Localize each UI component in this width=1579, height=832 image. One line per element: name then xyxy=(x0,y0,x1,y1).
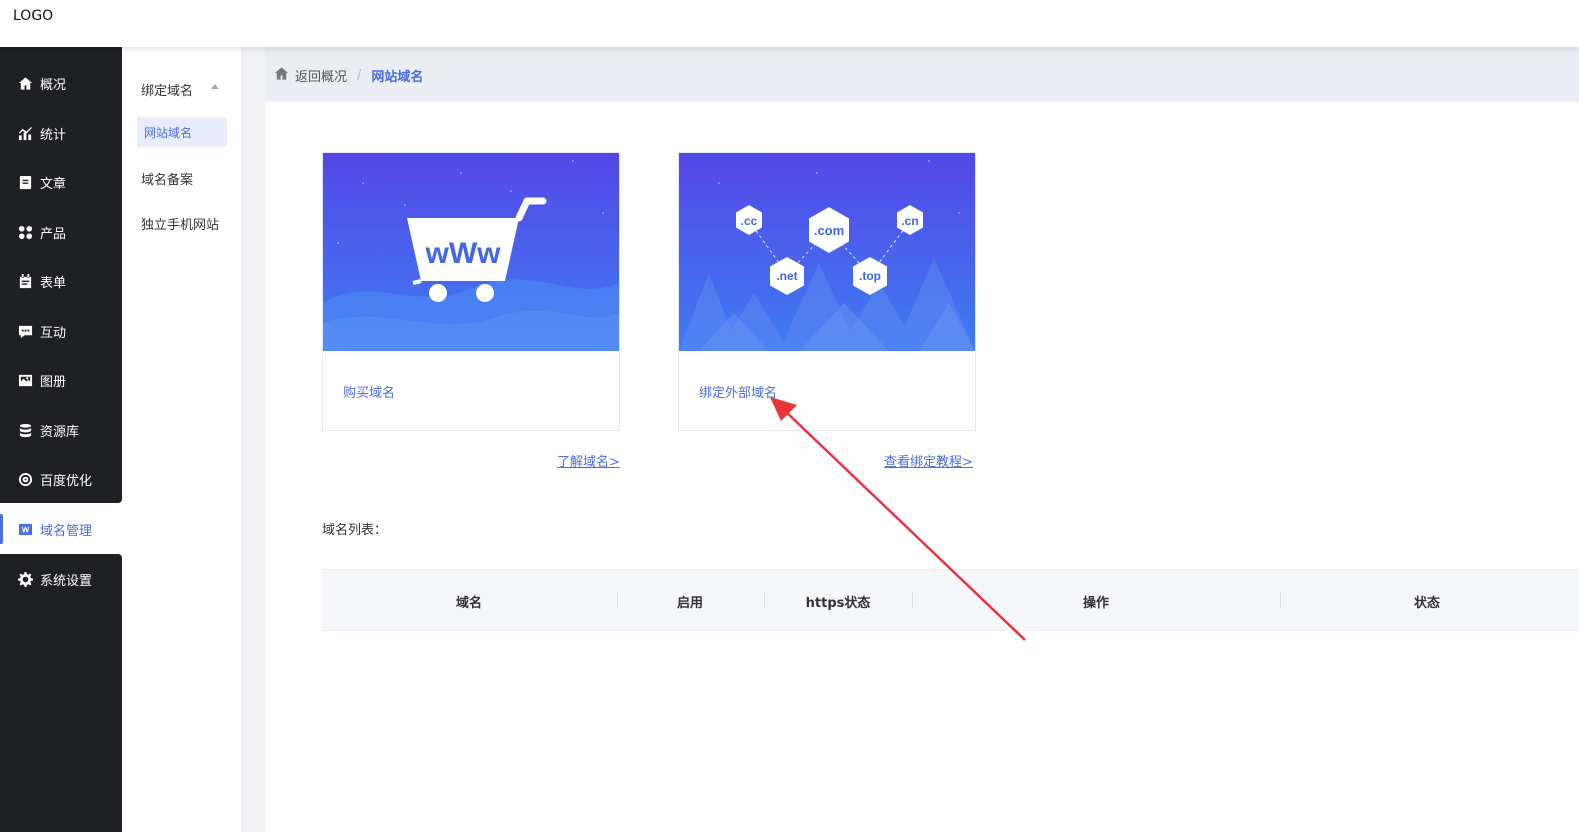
album-icon xyxy=(17,372,33,388)
domain-table-header: 域名 启用 https状态 操作 状态 xyxy=(322,569,1579,631)
bind-external-domain-card[interactable]: .cc .com .cn .net .top 绑定外部域名 xyxy=(678,152,976,431)
domain-list-title: 域名列表： xyxy=(322,523,388,538)
form-icon xyxy=(17,273,33,289)
caret-up-icon[interactable] xyxy=(211,84,219,89)
subnav-item-website-domain[interactable]: 网站域名 xyxy=(137,117,227,147)
buy-domain-banner: wWw xyxy=(323,153,619,351)
sidebar-item-label: 产品 xyxy=(40,226,67,242)
sidebar-item-products[interactable]: 产品 xyxy=(0,207,122,257)
home-icon[interactable] xyxy=(274,66,295,85)
cart-www-text: wWw xyxy=(425,237,502,270)
column-header-https-status: https状态 xyxy=(805,596,871,611)
learn-domain-link[interactable]: 了解域名> xyxy=(557,451,620,470)
buy-domain-card[interactable]: wWw 购买域名 xyxy=(322,152,620,431)
domain-icon xyxy=(17,521,33,537)
column-divider xyxy=(1280,592,1281,608)
bind-external-domain-label[interactable]: 绑定外部域名 xyxy=(699,382,777,401)
chat-icon xyxy=(17,323,33,339)
sidebar: 概况 统计 文章 产品 表单 互动 图册 资源库 百度优化 域名管理 系统设置 xyxy=(0,47,122,832)
sidebar-item-albums[interactable]: 图册 xyxy=(0,355,122,405)
domain-tag-top: .top xyxy=(859,269,881,283)
sidebar-item-label: 百度优化 xyxy=(40,473,93,489)
sidebar-item-statistics[interactable]: 统计 xyxy=(0,108,122,158)
sidebar-item-label: 域名管理 xyxy=(40,523,93,539)
sidebar-item-system-settings[interactable]: 系统设置 xyxy=(0,554,122,604)
grid-icon xyxy=(17,224,33,240)
sidebar-item-label: 图册 xyxy=(40,374,67,390)
sidebar-item-label: 互动 xyxy=(40,325,67,341)
column-divider xyxy=(617,592,618,608)
home-icon xyxy=(17,75,33,91)
breadcrumb-separator: / xyxy=(357,68,362,83)
breadcrumb-current: 网站域名 xyxy=(371,70,424,85)
sidebar-item-domain-management[interactable]: 域名管理 xyxy=(0,504,122,554)
sidebar-item-label: 系统设置 xyxy=(40,573,93,589)
sidebar-item-label: 表单 xyxy=(40,275,67,291)
column-header-actions: 操作 xyxy=(1082,596,1110,611)
domain-tag-net: .net xyxy=(776,269,797,283)
seo-icon xyxy=(17,471,33,487)
buy-domain-label[interactable]: 购买域名 xyxy=(343,382,395,401)
breadcrumb: 返回概况 / 网站域名 xyxy=(274,66,423,85)
sidebar-item-articles[interactable]: 文章 xyxy=(0,157,122,207)
column-header-domain: 域名 xyxy=(455,596,483,611)
subnav-item-domain-filing[interactable]: 域名备案 xyxy=(137,163,227,193)
breadcrumb-bar xyxy=(265,47,1579,102)
column-header-status: 状态 xyxy=(1413,596,1441,611)
domain-tag-cn: .cn xyxy=(901,214,918,228)
subnav-item-mobile-site[interactable]: 独立手机网站 xyxy=(137,208,227,238)
sidebar-item-label: 文章 xyxy=(40,176,67,192)
logo: LOGO xyxy=(13,8,54,24)
column-divider xyxy=(764,592,765,608)
sidebar-item-resources[interactable]: 资源库 xyxy=(0,405,122,455)
breadcrumb-back-link[interactable]: 返回概况 xyxy=(295,66,347,85)
sidebar-item-forms[interactable]: 表单 xyxy=(0,256,122,306)
sidebar-item-overview[interactable]: 概况 xyxy=(0,58,122,108)
column-header-enabled: 启用 xyxy=(676,596,704,611)
subnav-group-title[interactable]: 绑定域名 xyxy=(141,80,193,99)
chart-icon xyxy=(17,125,33,141)
top-bar: LOGO xyxy=(0,0,1579,47)
sidebar-item-baidu-seo[interactable]: 百度优化 xyxy=(0,454,122,504)
sidebar-item-label: 统计 xyxy=(40,127,67,143)
article-icon xyxy=(17,174,33,190)
sidebar-item-interaction[interactable]: 互动 xyxy=(0,306,122,356)
domain-tag-cc: .cc xyxy=(741,214,758,228)
sidebar-item-label: 资源库 xyxy=(40,424,80,440)
sidebar-item-label: 概况 xyxy=(40,77,67,93)
database-icon xyxy=(17,422,33,438)
view-binding-tutorial-link[interactable]: 查看绑定教程> xyxy=(884,451,973,470)
column-divider xyxy=(912,592,913,608)
bind-domain-banner: .cc .com .cn .net .top xyxy=(679,153,975,351)
domain-tag-com: .com xyxy=(814,223,844,238)
gear-icon xyxy=(17,571,33,587)
